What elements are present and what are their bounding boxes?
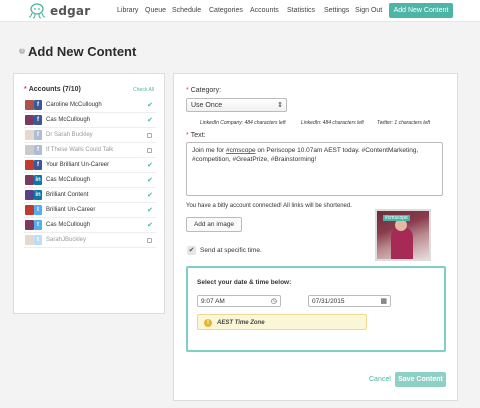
twitter-icon: t — [34, 205, 42, 215]
account-row[interactable]: t Cas McCullough ✔ — [24, 218, 156, 233]
account-row[interactable]: f Caroline McCullough ✔ — [24, 98, 156, 113]
facebook-icon: f — [34, 160, 42, 170]
twitter-icon: t — [34, 235, 42, 245]
account-name: Cas McCullough — [46, 222, 91, 228]
facebook-icon: f — [34, 130, 42, 140]
check-icon[interactable]: ✔ — [147, 101, 153, 109]
accounts-list: f Caroline McCullough ✔ f Cas McCullough… — [24, 98, 156, 248]
avatar — [25, 100, 34, 110]
time-input[interactable]: 9:07 AM ◷ — [197, 295, 281, 307]
nav-schedule[interactable]: Schedule — [172, 7, 201, 14]
account-row[interactable]: in Cas McCullough ✔ — [24, 173, 156, 188]
avatar — [25, 175, 34, 185]
facebook-icon: f — [34, 115, 42, 125]
image-thumbnail[interactable]: #cmscope — [375, 209, 431, 261]
bitly-note: You have a bitly account connected! All … — [186, 203, 352, 209]
avatar — [25, 160, 34, 170]
avatar — [25, 220, 34, 230]
check-icon[interactable]: ✔ — [147, 191, 153, 199]
warning-icon: ! — [204, 319, 212, 327]
account-row[interactable]: f Dr Sarah Buckley — [24, 128, 156, 143]
add-image-button[interactable]: Add an image — [186, 217, 242, 232]
check-icon[interactable]: ✔ — [147, 176, 153, 184]
text-label: * Text: — [186, 132, 206, 139]
schedule-title: Select your date & time below: — [197, 279, 292, 286]
account-name: Dr Sarah Buckley — [46, 132, 93, 138]
send-specific-label: Send at specific time. — [200, 247, 262, 254]
chevron-updown-icon: ⇕ — [277, 102, 283, 109]
account-name: Brilliant Content — [46, 192, 89, 198]
image-tag: #cmscope — [383, 215, 410, 221]
account-row[interactable]: t SarahJBuckley — [24, 233, 156, 248]
date-input[interactable]: 07/31/2015 ▦ — [308, 295, 391, 307]
account-name: If These Walls Could Talk — [46, 147, 114, 153]
facebook-icon: f — [34, 100, 42, 110]
send-specific-checkbox[interactable]: ✔ — [187, 246, 196, 255]
timezone-notice: ! AEST Time Zone — [197, 314, 367, 330]
avatar — [25, 145, 34, 155]
account-name: SarahJBuckley — [46, 237, 87, 243]
question-icon[interactable]: ? — [19, 48, 25, 54]
accounts-panel: * Accounts (7/10) Check All f Caroline Mc… — [13, 73, 165, 314]
nav-queue[interactable]: Queue — [145, 7, 166, 14]
checkbox[interactable] — [147, 238, 152, 243]
nav-statistics[interactable]: Statistics — [287, 7, 315, 14]
category-select[interactable]: Use Once ⇕ — [186, 98, 287, 112]
account-row[interactable]: t Brilliant Un-Career ✔ — [24, 203, 156, 218]
check-icon[interactable]: ✔ — [147, 161, 153, 169]
top-nav: edgar Library Queue Schedule Categories … — [0, 0, 480, 22]
avatar — [25, 115, 34, 125]
nav-library[interactable]: Library — [117, 7, 138, 14]
check-icon[interactable]: ✔ — [147, 221, 153, 229]
calendar-icon[interactable]: ▦ — [380, 297, 387, 305]
account-name: Cas McCullough — [46, 177, 91, 183]
account-row[interactable]: f Your Brilliant Un-Career ✔ — [24, 158, 156, 173]
nav-settings[interactable]: Settings — [324, 7, 349, 14]
content-form: * Category: Use Once ⇕ LinkedIn Company: … — [173, 73, 458, 401]
check-icon[interactable]: ✔ — [147, 116, 153, 124]
linkedin-icon: in — [34, 175, 42, 185]
check-all-link[interactable]: Check All — [133, 87, 154, 93]
avatar — [25, 205, 34, 215]
account-row[interactable]: f If These Walls Could Talk — [24, 143, 156, 158]
nav-sign-out[interactable]: Sign Out — [355, 7, 382, 14]
schedule-box: Select your date & time below: 9:07 AM ◷… — [186, 266, 446, 352]
nav-accounts[interactable]: Accounts — [250, 7, 279, 14]
brand-name[interactable]: edgar — [50, 4, 90, 18]
facebook-icon: f — [34, 145, 42, 155]
account-name: Brilliant Un-Career — [46, 207, 96, 213]
avatar — [25, 235, 34, 245]
clock-icon[interactable]: ◷ — [271, 297, 277, 305]
account-name: Caroline McCullough — [46, 102, 102, 108]
category-value: Use Once — [191, 102, 223, 109]
checkbox[interactable] — [147, 148, 152, 153]
person-figure — [391, 227, 413, 259]
twitter-limit: Twitter: 1 characters left — [377, 120, 430, 126]
timezone-text: AEST Time Zone — [217, 320, 265, 326]
nav-categories[interactable]: Categories — [209, 7, 243, 14]
accounts-header: * Accounts (7/10) — [24, 86, 81, 93]
linkedin-icon: in — [34, 190, 42, 200]
avatar — [25, 130, 34, 140]
checkbox[interactable] — [147, 133, 152, 138]
account-name: Cas McCullough — [46, 117, 91, 123]
avatar — [25, 190, 34, 200]
account-name: Your Brilliant Un-Career — [46, 162, 110, 168]
account-row[interactable]: f Cas McCullough ✔ — [24, 113, 156, 128]
linkedin-company-limit: LinkedIn Company: 484 characters left — [200, 120, 286, 126]
account-row[interactable]: in Brilliant Content ✔ — [24, 188, 156, 203]
save-content-button[interactable]: Save Content — [395, 372, 446, 387]
category-label: * Category: — [186, 87, 222, 94]
cancel-link[interactable]: Cancel — [369, 376, 391, 383]
check-icon[interactable]: ✔ — [147, 206, 153, 214]
page-title: Add New Content — [28, 44, 137, 59]
twitter-icon: t — [34, 220, 42, 230]
content-textarea[interactable]: Join me for #cmscope on Periscope 10.07a… — [186, 142, 443, 196]
add-new-content-button[interactable]: Add New Content — [389, 3, 453, 18]
octopus-icon[interactable] — [28, 3, 46, 19]
linkedin-limit: LinkedIn: 484 characters left — [301, 120, 364, 126]
